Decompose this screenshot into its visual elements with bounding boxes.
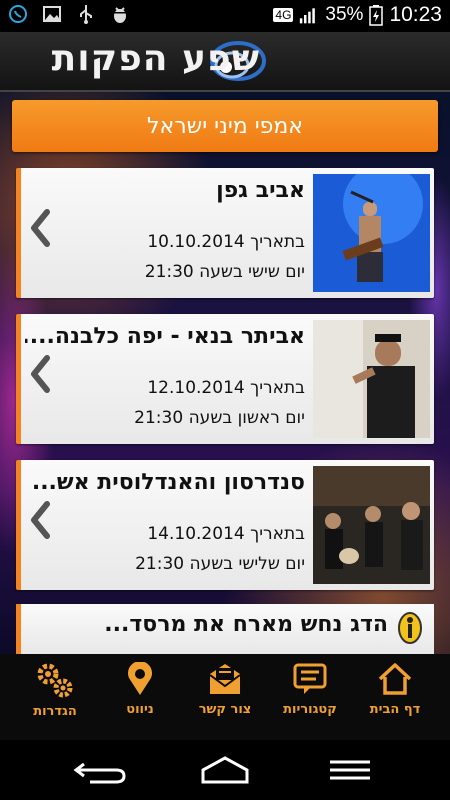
back-icon[interactable]: [70, 754, 130, 786]
list-bubble-icon: [293, 663, 327, 694]
menu-icon[interactable]: [320, 754, 380, 786]
nav-contact[interactable]: צור קשר: [180, 662, 270, 732]
image-icon: [43, 6, 61, 22]
status-bar: 4G 35% 10:23: [0, 0, 450, 32]
promo-title: הדג נחש מארח את מרסד...: [104, 612, 388, 637]
map-pin-icon: [128, 662, 152, 695]
nav-home-label: דף הבית: [369, 702, 421, 717]
usb-icon: [80, 5, 92, 24]
promo-card[interactable]: הדג נחש מארח את מרסד...: [16, 604, 434, 654]
battery-percent: 35%: [325, 4, 364, 25]
event-date: בתאריך 12.10.2014: [147, 378, 305, 398]
chevron-left-icon[interactable]: [29, 208, 51, 248]
category-label: אמפי מיני ישראל: [146, 113, 304, 139]
whatsapp-icon: [9, 5, 27, 23]
event-card[interactable]: אביתר בנאי - יפה כלבנה.... בתאריך 12.10.…: [16, 314, 434, 444]
nav-navigate-label: ניווט: [126, 702, 154, 717]
home-icon: [378, 663, 412, 695]
system-nav-bar: [0, 740, 450, 800]
network-type: 4G: [273, 8, 294, 22]
mail-icon: [209, 664, 241, 694]
app-title: שפע הפקות: [51, 38, 260, 79]
event-title: אביב גפן: [216, 178, 305, 203]
event-card[interactable]: אביב גפן בתאריך 10.10.2014 יום שישי בשעה…: [16, 168, 434, 298]
app-header: שפע הפקות: [0, 32, 450, 92]
event-date: בתאריך 14.10.2014: [147, 524, 305, 544]
event-time: יום ראשון בשעה 21:30: [134, 408, 305, 428]
nav-navigate[interactable]: ניווט: [95, 662, 185, 732]
event-time: יום שלישי בשעה 21:30: [135, 554, 305, 574]
nav-settings[interactable]: הגדרות: [10, 662, 100, 732]
android-debug-icon: [114, 7, 126, 23]
event-card[interactable]: סנדרסון והאנדלוסית אש... בתאריך 14.10.20…: [16, 460, 434, 590]
event-thumbnail: [313, 466, 430, 584]
event-title: סנדרסון והאנדלוסית אש...: [31, 470, 305, 495]
chevron-left-icon[interactable]: [29, 354, 51, 394]
event-title: אביתר בנאי - יפה כלבנה....: [25, 324, 305, 349]
promo-badge-icon: [398, 612, 422, 644]
event-thumbnail: [313, 320, 430, 438]
nav-settings-label: הגדרות: [33, 704, 77, 719]
event-thumbnail: [313, 174, 430, 292]
nav-categories-label: קטגוריות: [283, 702, 337, 717]
home-button-icon[interactable]: [195, 754, 255, 786]
category-banner[interactable]: אמפי מיני ישראל: [12, 100, 438, 152]
gears-icon: [37, 663, 73, 698]
bottom-nav: דף הבית קטגוריות צור קשר ניווט הגדרות: [0, 654, 450, 740]
nav-contact-label: צור קשר: [198, 702, 252, 717]
nav-categories[interactable]: קטגוריות: [265, 662, 355, 732]
battery-charging-icon: [369, 5, 384, 26]
event-list[interactable]: אמפי מיני ישראל אביב גפן בתאריך 10.10.20…: [0, 92, 450, 654]
event-date: בתאריך 10.10.2014: [147, 232, 305, 252]
chevron-left-icon[interactable]: [29, 500, 51, 540]
clock: 10:23: [389, 3, 442, 26]
nav-home[interactable]: דף הבית: [350, 662, 440, 732]
signal-icon: [300, 8, 316, 24]
event-time: יום שישי בשעה 21:30: [144, 262, 305, 282]
